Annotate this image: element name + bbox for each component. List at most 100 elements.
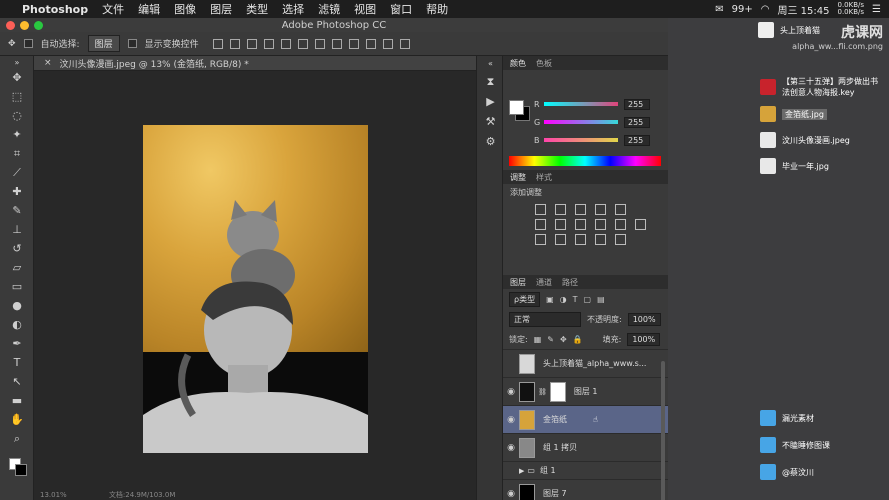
- zoom-level[interactable]: 13.01%: [40, 491, 67, 499]
- type-tool-icon[interactable]: T: [0, 353, 34, 372]
- eye-icon[interactable]: ◉: [503, 387, 519, 397]
- desktop-folder[interactable]: 不瞌睡修图课: [760, 437, 830, 453]
- eye-icon[interactable]: ◉: [503, 415, 519, 425]
- align-vcenter-icon[interactable]: [229, 38, 240, 49]
- layer-row-selected[interactable]: ◉ 金箔纸 ☝: [503, 405, 668, 433]
- layers-scrollbar[interactable]: [661, 361, 665, 500]
- brush-tool-icon[interactable]: ✎: [0, 201, 34, 220]
- distribute-bottom-icon[interactable]: [348, 38, 359, 49]
- marquee-tool-icon[interactable]: ⬚: [0, 87, 34, 106]
- threshold-icon[interactable]: [575, 234, 586, 245]
- hue-saturation-icon[interactable]: [535, 219, 546, 230]
- exposure-icon[interactable]: [595, 204, 606, 215]
- channel-r-value[interactable]: 255: [624, 98, 650, 110]
- lock-pixels-icon[interactable]: ✎: [547, 335, 554, 344]
- brightness-icon[interactable]: [535, 204, 546, 215]
- levels-icon[interactable]: [555, 204, 566, 215]
- notification-badge[interactable]: 99+: [732, 4, 753, 15]
- color-balance-icon[interactable]: [555, 219, 566, 230]
- color-chips[interactable]: [0, 454, 33, 484]
- auto-select-checkbox[interactable]: [23, 39, 33, 48]
- tab-channels[interactable]: 通道: [536, 277, 552, 288]
- black-white-icon[interactable]: [575, 219, 586, 230]
- move-tool-icon[interactable]: ✥: [8, 39, 16, 49]
- desktop-file[interactable]: 金箔纸.jpg: [760, 106, 827, 122]
- expand-arrow-icon[interactable]: ▶: [519, 467, 524, 475]
- show-transform-checkbox[interactable]: [127, 39, 137, 48]
- menu-select[interactable]: 选择: [282, 1, 304, 17]
- filter-smart-icon[interactable]: ▤: [597, 295, 605, 304]
- vibrance-icon[interactable]: [615, 204, 626, 215]
- auto-select-dropdown[interactable]: 图层: [87, 35, 120, 52]
- zoom-tool-icon[interactable]: ⌕: [0, 429, 34, 448]
- distribute-vcenter-icon[interactable]: [331, 38, 342, 49]
- clock[interactable]: 周三 15:45: [778, 2, 830, 17]
- eye-icon[interactable]: ◉: [503, 489, 519, 499]
- channel-g-slider[interactable]: [544, 120, 618, 124]
- lock-all-icon[interactable]: 🔒: [573, 335, 583, 344]
- tab-layers[interactable]: 图层: [510, 277, 526, 288]
- close-tab-icon[interactable]: ×: [44, 58, 52, 68]
- color-lookup-icon[interactable]: [635, 219, 646, 230]
- color-spectrum[interactable]: [509, 156, 661, 166]
- align-left-icon[interactable]: [263, 38, 274, 49]
- menu-layer[interactable]: 图层: [210, 1, 232, 17]
- filter-adjust-icon[interactable]: ◑: [560, 295, 567, 304]
- menu-file[interactable]: 文件: [102, 1, 124, 17]
- desktop-file-partial[interactable]: 头上顶着猫: [758, 22, 820, 38]
- tab-color[interactable]: 颜色: [510, 58, 526, 69]
- channel-r-slider[interactable]: [544, 102, 618, 106]
- menu-filter[interactable]: 滤镜: [318, 1, 340, 17]
- posterize-icon[interactable]: [555, 234, 566, 245]
- align-right-icon[interactable]: [297, 38, 308, 49]
- dodge-tool-icon[interactable]: ◐: [0, 315, 34, 334]
- tab-swatches[interactable]: 色板: [536, 58, 552, 69]
- play-icon[interactable]: ▶: [477, 92, 504, 112]
- close-icon[interactable]: [6, 21, 15, 30]
- desktop-folder[interactable]: @蔡汶川: [760, 464, 814, 480]
- eye-icon[interactable]: ◉: [503, 443, 519, 453]
- tab-adjustments[interactable]: 调整: [510, 172, 526, 183]
- layer-mask-thumbnail[interactable]: [549, 381, 566, 402]
- healing-brush-icon[interactable]: ✚: [0, 182, 34, 201]
- fill-input[interactable]: 100%: [627, 332, 661, 346]
- menu-edit[interactable]: 编辑: [138, 1, 160, 17]
- menu-window[interactable]: 窗口: [390, 1, 412, 17]
- shape-tool-icon[interactable]: ▬: [0, 391, 34, 410]
- minimize-icon[interactable]: [20, 21, 29, 30]
- desktop-file[interactable]: 毕业一年.jpg: [760, 158, 829, 174]
- crop-tool-icon[interactable]: ⌗: [0, 144, 34, 163]
- history-icon[interactable]: ⧗: [477, 72, 504, 92]
- channel-b-value[interactable]: 255: [624, 134, 650, 146]
- tools-collapse-icon[interactable]: »: [0, 56, 34, 68]
- properties-icon[interactable]: ⚙: [477, 132, 504, 152]
- panel-foreground-swatch[interactable]: [509, 100, 524, 115]
- path-select-icon[interactable]: ↖: [0, 372, 34, 391]
- tab-paths[interactable]: 路径: [562, 277, 578, 288]
- distribute-hcenter-icon[interactable]: [382, 38, 393, 49]
- align-hcenter-icon[interactable]: [280, 38, 291, 49]
- hand-tool-icon[interactable]: ✋: [0, 410, 34, 429]
- tool-presets-icon[interactable]: ⚒: [477, 112, 504, 132]
- layer-row[interactable]: ◉ ⛓ 图层 1: [503, 377, 668, 405]
- magic-wand-icon[interactable]: ✦: [0, 125, 34, 144]
- pen-tool-icon[interactable]: ✒: [0, 334, 34, 353]
- clone-stamp-icon[interactable]: ⊥: [0, 220, 34, 239]
- lasso-tool-icon[interactable]: ◌: [0, 106, 34, 125]
- invert-icon[interactable]: [535, 234, 546, 245]
- document-tab[interactable]: × 汶川头像漫画.jpeg @ 13% (金箔纸, RGB/8) *: [34, 56, 476, 71]
- background-color-swatch[interactable]: [15, 464, 27, 476]
- distribute-top-icon[interactable]: [314, 38, 325, 49]
- lock-transparent-icon[interactable]: ▦: [534, 335, 542, 344]
- menu-help[interactable]: 帮助: [426, 1, 448, 17]
- distribute-left-icon[interactable]: [365, 38, 376, 49]
- align-top-icon[interactable]: [212, 38, 223, 49]
- gradient-map-icon[interactable]: [595, 234, 606, 245]
- desktop-file[interactable]: 【第三十五弹】两步做出书法创意人物海报.key: [760, 76, 885, 98]
- selective-color-icon[interactable]: [615, 234, 626, 245]
- history-brush-icon[interactable]: ↺: [0, 239, 34, 258]
- blend-mode-dropdown[interactable]: 正常: [509, 311, 581, 327]
- lock-position-icon[interactable]: ✥: [560, 335, 567, 344]
- menu-type[interactable]: 类型: [246, 1, 268, 17]
- menu-view[interactable]: 视图: [354, 1, 376, 17]
